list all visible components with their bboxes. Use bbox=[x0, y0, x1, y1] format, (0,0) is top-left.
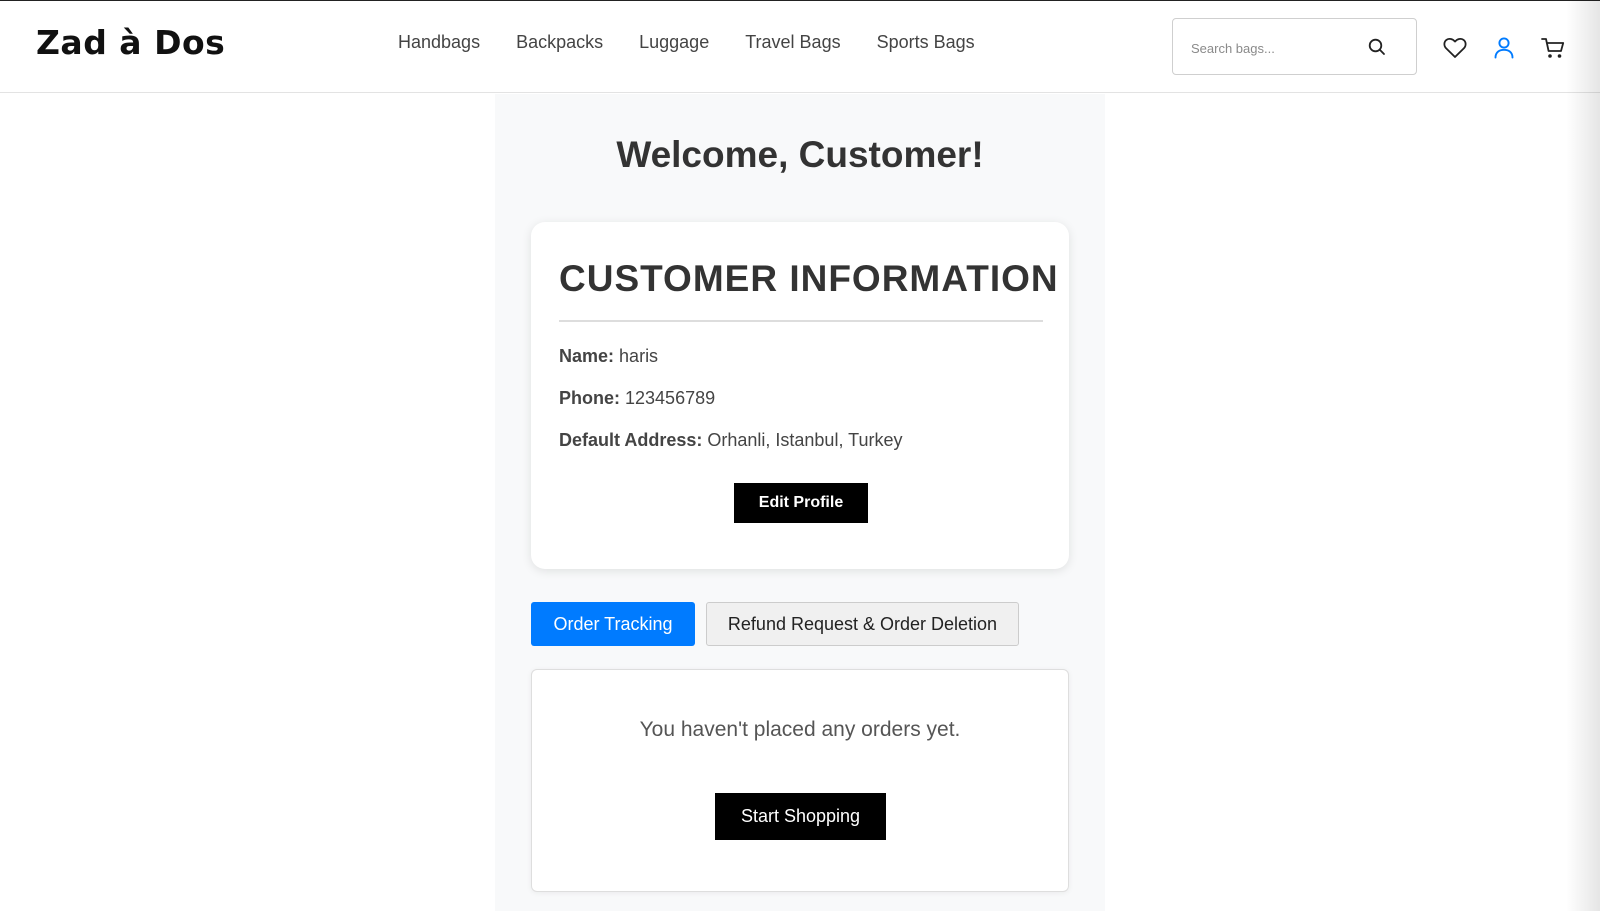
nav-backpacks[interactable]: Backpacks bbox=[516, 32, 603, 53]
address-label: Default Address: bbox=[559, 430, 703, 450]
page-title: Welcome, Customer! bbox=[616, 134, 984, 175]
site-header: Zad à Dos Handbags Backpacks Luggage Tra… bbox=[0, 1, 1600, 93]
heart-icon[interactable] bbox=[1442, 35, 1468, 61]
address-value: Orhanli, Istanbul, Turkey bbox=[707, 430, 903, 450]
nav-sports-bags[interactable]: Sports Bags bbox=[877, 32, 975, 53]
empty-orders-message: You haven't placed any orders yet. bbox=[639, 718, 961, 741]
phone-row: Phone: 123456789 bbox=[559, 388, 715, 409]
card-title: CUSTOMER INFORMATION bbox=[559, 258, 1059, 299]
search-box bbox=[1172, 18, 1417, 75]
phone-label: Phone: bbox=[559, 388, 620, 408]
tab-refund-request[interactable]: Refund Request & Order Deletion bbox=[706, 602, 1019, 646]
name-label: Name: bbox=[559, 346, 615, 366]
name-row: Name: haris bbox=[559, 346, 658, 367]
customer-info-card: CUSTOMER INFORMATION Name: haris Phone: … bbox=[531, 222, 1069, 569]
user-icon[interactable] bbox=[1491, 35, 1517, 61]
main-nav: Handbags Backpacks Luggage Travel Bags S… bbox=[398, 32, 975, 53]
tab-order-tracking[interactable]: Order Tracking bbox=[531, 602, 695, 646]
phone-value: 123456789 bbox=[625, 388, 716, 408]
nav-luggage[interactable]: Luggage bbox=[639, 32, 709, 53]
edit-profile-button[interactable]: Edit Profile bbox=[734, 483, 868, 523]
search-input[interactable] bbox=[1191, 37, 1371, 59]
window-edge-shadow bbox=[1566, 0, 1600, 911]
nav-travel-bags[interactable]: Travel Bags bbox=[745, 32, 840, 53]
divider bbox=[559, 320, 1043, 322]
account-panel: Welcome, Customer! CUSTOMER INFORMATION … bbox=[495, 94, 1105, 911]
start-shopping-button[interactable]: Start Shopping bbox=[715, 793, 886, 840]
name-value: haris bbox=[619, 346, 659, 366]
cart-icon[interactable] bbox=[1540, 35, 1566, 61]
site-logo[interactable]: Zad à Dos bbox=[36, 23, 225, 62]
address-row: Default Address: Orhanli, Istanbul, Turk… bbox=[559, 430, 902, 451]
search-icon[interactable] bbox=[1367, 37, 1387, 57]
orders-panel: You haven't placed any orders yet. Start… bbox=[531, 669, 1069, 892]
nav-handbags[interactable]: Handbags bbox=[398, 32, 480, 53]
